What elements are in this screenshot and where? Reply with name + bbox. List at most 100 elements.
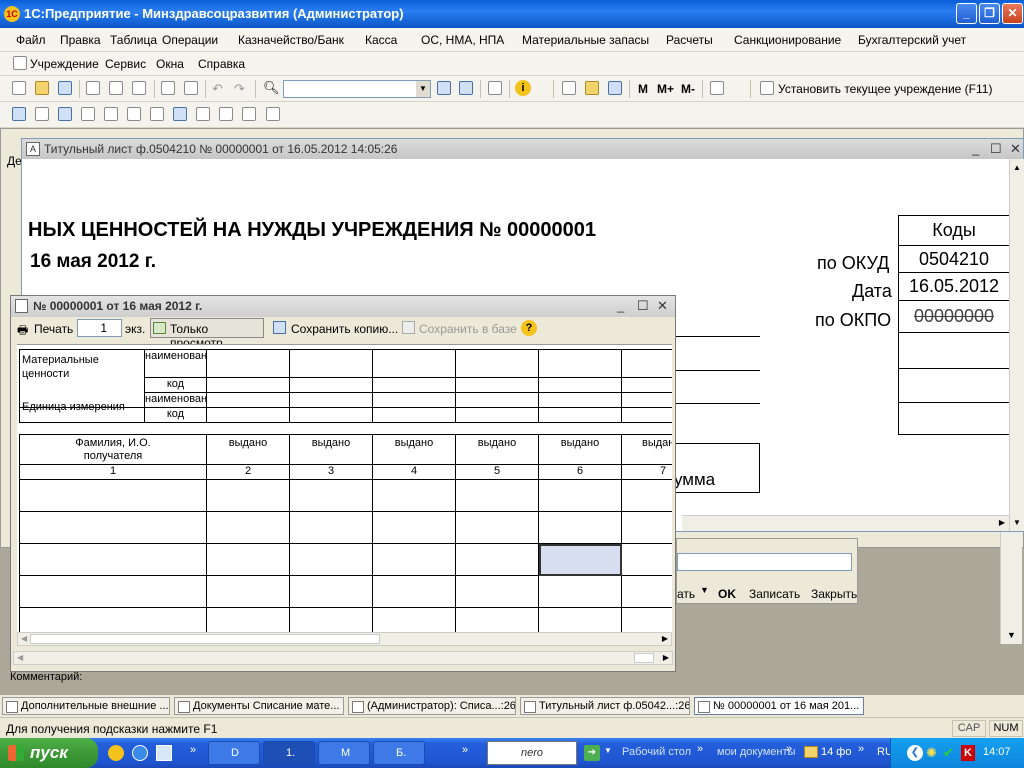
undo-icon[interactable]: ↶: [212, 81, 223, 97]
sheet-cell[interactable]: [290, 512, 373, 544]
menu-edit[interactable]: Правка: [60, 33, 101, 47]
folder-toolbar[interactable]: 14 фо: [821, 746, 851, 758]
print-button[interactable]: Печать: [34, 322, 73, 336]
tray-shield-icon[interactable]: ✔: [943, 745, 954, 761]
info-icon[interactable]: i: [515, 80, 531, 96]
sheet-cell[interactable]: [19, 512, 207, 544]
horizontal-scrollbar[interactable]: ▶: [682, 515, 1009, 531]
sheet-hscroll-thumb[interactable]: [30, 634, 380, 644]
window-scroll-right-icon[interactable]: ▶: [663, 653, 669, 662]
doc-icon-2[interactable]: [35, 107, 49, 121]
memory-m-button[interactable]: M: [638, 82, 648, 96]
redo-icon[interactable]: ↷: [234, 81, 245, 97]
sheet-cell[interactable]: [373, 512, 456, 544]
sheet-cell[interactable]: [456, 608, 539, 632]
sheet-cell[interactable]: [207, 544, 290, 576]
doc-icon-9[interactable]: [196, 107, 210, 121]
doc-icon-1[interactable]: [12, 107, 26, 121]
tools-icon[interactable]: [710, 81, 724, 95]
clock[interactable]: 14:07: [983, 746, 1011, 758]
restore-button[interactable]: ❐: [979, 3, 1000, 24]
ok-button[interactable]: OK: [718, 587, 736, 601]
sheet-cell[interactable]: [290, 544, 373, 576]
doc-icon-10[interactable]: [219, 107, 233, 121]
form-field[interactable]: [677, 553, 852, 571]
tab-print[interactable]: № 00000001 от 16 мая 201...: [694, 697, 864, 715]
doc-icon-12[interactable]: [266, 107, 280, 121]
menu-windows[interactable]: Окна: [156, 57, 184, 71]
window-hscroll[interactable]: ◀ ▶: [13, 651, 673, 665]
quicklaunch-1-icon[interactable]: [108, 745, 124, 761]
sheet-cell[interactable]: [622, 608, 672, 632]
chevron-down-icon[interactable]: ▼: [416, 81, 430, 97]
print-icon[interactable]: [161, 81, 175, 95]
menu-service[interactable]: Сервис: [105, 57, 146, 71]
view-only-toggle[interactable]: Только просмотр: [150, 318, 264, 350]
go-arrow-icon[interactable]: ➔: [584, 745, 600, 761]
scroll-right-icon[interactable]: ▶: [999, 518, 1005, 527]
menu-help[interactable]: Справка: [198, 57, 245, 71]
sheet-cell[interactable]: [19, 544, 207, 576]
menu-institution[interactable]: Учреждение: [30, 57, 99, 71]
dropdown-arrow-icon[interactable]: ▼: [700, 585, 709, 595]
sheet-hscroll[interactable]: ◀ ▶: [17, 632, 672, 646]
start-button[interactable]: пуск: [0, 738, 98, 768]
windows-icon[interactable]: [488, 81, 502, 95]
record-button[interactable]: Записать: [749, 587, 800, 601]
users-icon[interactable]: [608, 81, 622, 95]
new-icon[interactable]: [12, 81, 26, 95]
taskbar-item-m[interactable]: М: [318, 741, 370, 765]
find-next-icon[interactable]: [437, 81, 451, 95]
vertical-scrollbar[interactable]: ▲ ▼: [1009, 159, 1024, 531]
tab-title-sheet[interactable]: Титульный лист ф.05042...:26: [520, 697, 690, 715]
title-sheet-minimize-button[interactable]: _: [972, 141, 979, 156]
paste-icon[interactable]: [132, 81, 146, 95]
sheet-cell[interactable]: [456, 480, 539, 512]
search-input[interactable]: ▼: [283, 80, 431, 98]
menu-settlements[interactable]: Расчеты: [666, 33, 713, 47]
sheet-cell[interactable]: [373, 480, 456, 512]
outer-scrollbar[interactable]: ▼: [1000, 532, 1022, 644]
menu-operations[interactable]: Операции: [162, 33, 218, 47]
doc-icon-3[interactable]: [58, 107, 72, 121]
menu-cash[interactable]: Касса: [365, 33, 397, 47]
doc-icon-7[interactable]: [150, 107, 164, 121]
doc-icon-11[interactable]: [242, 107, 256, 121]
print-window-minimize-button[interactable]: _: [617, 298, 624, 313]
cut-icon[interactable]: [86, 81, 100, 95]
memory-plus-button[interactable]: M+: [657, 82, 674, 96]
open-icon[interactable]: [35, 81, 49, 95]
form-action-button[interactable]: ать: [677, 587, 695, 601]
sheet-cell[interactable]: [539, 608, 622, 632]
sheet-cell[interactable]: [622, 544, 672, 576]
sheet-scroll-left-icon[interactable]: ◀: [21, 634, 27, 643]
sheet-cell[interactable]: [373, 608, 456, 632]
print-window-close-button[interactable]: ✕: [657, 298, 668, 314]
print-window-maximize-button[interactable]: ☐: [637, 298, 649, 314]
save-base-button[interactable]: Сохранить в базе: [419, 322, 517, 336]
sheet-cell[interactable]: [207, 480, 290, 512]
tray-kaspersky-icon[interactable]: K: [961, 745, 975, 761]
desktop-more-icon[interactable]: »: [697, 743, 703, 755]
sheet-cell[interactable]: [373, 544, 456, 576]
save-icon[interactable]: [58, 81, 72, 95]
menu-file[interactable]: Файл: [16, 33, 46, 47]
folder-more-icon[interactable]: »: [858, 743, 864, 755]
tray-back-icon[interactable]: ❮: [907, 745, 923, 761]
sheet-cell[interactable]: [207, 512, 290, 544]
sheet-cell[interactable]: [373, 576, 456, 608]
sheet-cell[interactable]: [539, 576, 622, 608]
doc-icon-8[interactable]: [173, 107, 187, 121]
menu-materials[interactable]: Материальные запасы: [522, 33, 649, 47]
tab-writeoff[interactable]: (Администратор): Списа...:26: [348, 697, 516, 715]
taskbar-item-1c[interactable]: 1.: [263, 741, 315, 765]
scroll-down-icon[interactable]: ▼: [1013, 518, 1021, 527]
sheet-cell[interactable]: [290, 608, 373, 632]
calendar-icon[interactable]: [585, 81, 599, 95]
close-form-button[interactable]: Закрыть: [811, 587, 857, 601]
doc-icon-4[interactable]: [81, 107, 95, 121]
outer-scroll-down-icon[interactable]: ▼: [1007, 630, 1016, 640]
memory-minus-button[interactable]: M-: [681, 82, 695, 96]
sheet-cell[interactable]: [290, 480, 373, 512]
menu-assets[interactable]: ОС, НМА, НПА: [421, 33, 504, 47]
